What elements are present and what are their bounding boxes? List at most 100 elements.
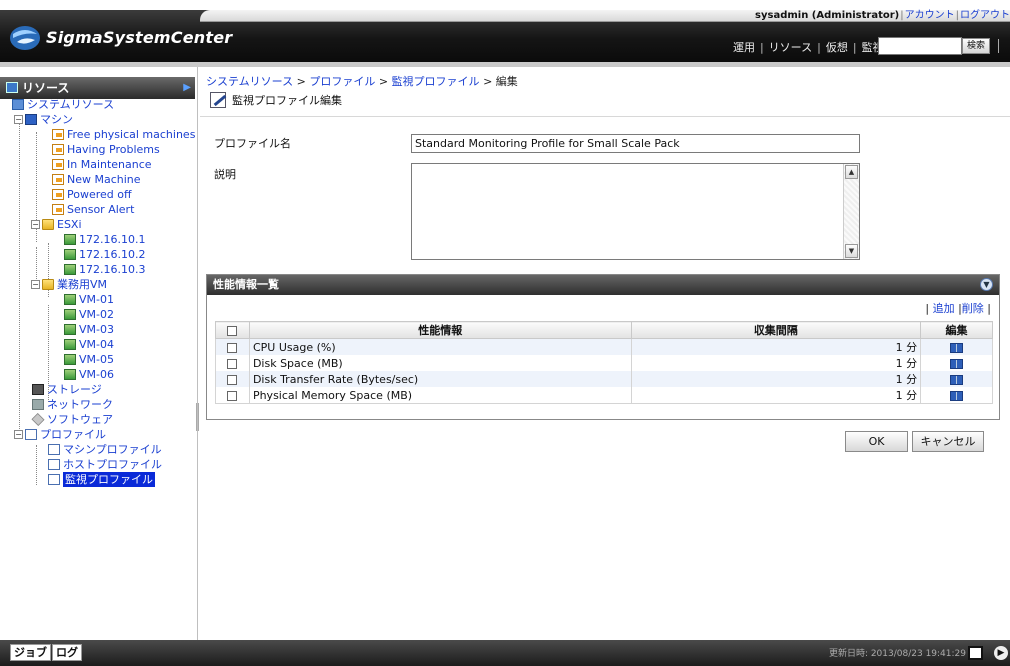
scroll-down-icon[interactable]: ▼ xyxy=(845,244,858,258)
row-checkbox[interactable] xyxy=(227,390,238,401)
group-icon xyxy=(52,204,64,215)
breadcrumb-profile[interactable]: プロファイル xyxy=(309,75,375,88)
group-icon xyxy=(52,189,64,200)
nav-operation[interactable]: 運用 xyxy=(730,39,758,55)
search-button[interactable]: 検索 xyxy=(962,38,990,54)
tree-business-vm[interactable]: − 業務用VM xyxy=(31,277,107,292)
table-row: Physical Memory Space (MB) 1 分 xyxy=(215,387,993,404)
tree-machines[interactable]: − マシン xyxy=(14,112,73,127)
table-row: Disk Space (MB) 1 分 xyxy=(215,355,993,371)
profile-name-input[interactable]: Standard Monitoring Profile for Small Sc… xyxy=(411,134,860,153)
app-logo: SigmaSystemCenter xyxy=(8,20,232,54)
breadcrumb: システムリソース > プロファイル > 監視プロファイル > 編集 xyxy=(206,75,518,88)
column-header-edit: 編集 xyxy=(920,321,993,339)
account-link[interactable]: アカウント xyxy=(905,10,955,21)
textarea-scrollbar[interactable]: ▲ ▼ xyxy=(843,164,859,259)
window-icon[interactable] xyxy=(968,646,983,660)
edit-book-icon[interactable] xyxy=(950,342,964,353)
group-icon xyxy=(52,144,64,155)
arrow-right-icon[interactable]: ▶ xyxy=(994,646,1008,660)
tree-group-free[interactable]: Free physical machines xyxy=(52,127,195,142)
tree-group-maintenance[interactable]: In Maintenance xyxy=(52,157,152,172)
cancel-button[interactable]: キャンセル xyxy=(912,431,984,452)
edit-book-icon[interactable] xyxy=(950,374,964,385)
description-textarea[interactable]: ▲ ▼ xyxy=(411,163,860,260)
collapse-arrow-icon[interactable]: ▶ xyxy=(183,77,191,99)
vm-icon xyxy=(64,339,76,350)
host-icon xyxy=(64,234,76,245)
logo-icon xyxy=(8,22,42,52)
breadcrumb-monitor-profile[interactable]: 監視プロファイル xyxy=(392,75,480,88)
column-header-name[interactable]: 性能情報 xyxy=(248,321,632,339)
collapse-icon[interactable]: − xyxy=(14,430,23,439)
edit-book-icon[interactable] xyxy=(950,358,964,369)
row-checkbox[interactable] xyxy=(227,374,238,385)
collapse-icon[interactable]: − xyxy=(31,220,40,229)
tab-log[interactable]: ログ xyxy=(52,644,82,661)
top-strip xyxy=(0,0,1010,10)
row-name: Disk Space (MB) xyxy=(248,355,632,371)
host-icon xyxy=(64,249,76,260)
column-header-interval[interactable]: 収集間隔 xyxy=(630,321,922,339)
vm-icon xyxy=(64,324,76,335)
search-input[interactable] xyxy=(878,37,962,55)
tree-host-1[interactable]: 172.16.10.1 xyxy=(64,232,145,247)
tree-vm-01[interactable]: VM-01 xyxy=(64,292,114,307)
tree-vm-02[interactable]: VM-02 xyxy=(64,307,114,322)
tab-job[interactable]: ジョブ xyxy=(10,644,51,661)
profile-icon xyxy=(25,429,37,440)
add-link[interactable]: 追加 xyxy=(933,302,955,315)
vm-icon xyxy=(64,354,76,365)
breadcrumb-system-resource[interactable]: システムリソース xyxy=(206,75,293,88)
edit-book-icon[interactable] xyxy=(950,390,964,401)
nav-virtual[interactable]: 仮想 xyxy=(823,39,851,55)
network-icon xyxy=(32,399,44,410)
tree-vm-06[interactable]: VM-06 xyxy=(64,367,114,382)
tree-network[interactable]: ネットワーク xyxy=(32,397,113,412)
delete-link[interactable]: 削除 xyxy=(962,302,984,315)
tree-monitor-profile[interactable]: 監視プロファイル xyxy=(48,472,155,487)
machine-icon xyxy=(25,114,37,125)
tree-machine-profile[interactable]: マシンプロファイル xyxy=(48,442,162,457)
collapse-toggle-icon[interactable]: ▼ xyxy=(980,278,993,291)
group-icon xyxy=(52,129,64,140)
vm-icon xyxy=(64,309,76,320)
tree-vm-05[interactable]: VM-05 xyxy=(64,352,114,367)
performance-panel: 性能情報一覧 ▼ | 追加 |削除 | 性能情報 収集間隔 編集 CPU Usa… xyxy=(206,274,1000,420)
scroll-up-icon[interactable]: ▲ xyxy=(845,165,858,179)
software-icon xyxy=(31,412,45,427)
tree-root[interactable]: システムリソース xyxy=(12,97,114,112)
host-icon xyxy=(64,264,76,275)
row-checkbox[interactable] xyxy=(227,342,238,353)
tree-storage[interactable]: ストレージ xyxy=(32,382,102,397)
collapse-icon[interactable]: − xyxy=(31,280,40,289)
tree-group-problems[interactable]: Having Problems xyxy=(52,142,160,157)
tree-group-poweredoff[interactable]: Powered off xyxy=(52,187,132,202)
performance-table: 性能情報 収集間隔 編集 CPU Usage (%) 1 分 Disk Spac… xyxy=(215,321,993,404)
table-row: CPU Usage (%) 1 分 xyxy=(215,338,993,355)
tree-host-2[interactable]: 172.16.10.2 xyxy=(64,247,145,262)
row-interval: 1 分 xyxy=(630,355,922,371)
system-resource-icon xyxy=(12,99,24,110)
tree-vm-04[interactable]: VM-04 xyxy=(64,337,114,352)
tree-group-sensor[interactable]: Sensor Alert xyxy=(52,202,134,217)
tree-esxi[interactable]: − ESXi xyxy=(31,217,82,232)
tree-host-profile[interactable]: ホストプロファイル xyxy=(48,457,162,472)
nav-resource[interactable]: リソース xyxy=(766,39,815,55)
tree-profile[interactable]: − プロファイル xyxy=(14,427,106,442)
tree-group-new[interactable]: New Machine xyxy=(52,172,141,187)
tree-vm-03[interactable]: VM-03 xyxy=(64,322,114,337)
sidebar-splitter[interactable] xyxy=(196,403,199,431)
logout-link[interactable]: ログアウト xyxy=(960,10,1010,21)
tree-host-3[interactable]: 172.16.10.3 xyxy=(64,262,145,277)
bottom-bar: ジョブ ログ 更新日時: 2013/08/23 19:41:29 ▶ xyxy=(0,640,1010,666)
tree-software[interactable]: ソフトウェア xyxy=(31,412,113,427)
ok-button[interactable]: OK xyxy=(845,431,908,452)
divider xyxy=(200,116,1010,117)
row-checkbox[interactable] xyxy=(227,358,238,369)
row-name: Disk Transfer Rate (Bytes/sec) xyxy=(248,371,632,387)
performance-panel-header: 性能情報一覧 ▼ xyxy=(207,275,999,295)
collapse-icon[interactable]: − xyxy=(14,115,23,124)
app-header: sysadmin (Administrator)|アカウント|ログアウト Sig… xyxy=(0,10,1010,62)
select-all-checkbox[interactable] xyxy=(227,325,238,336)
